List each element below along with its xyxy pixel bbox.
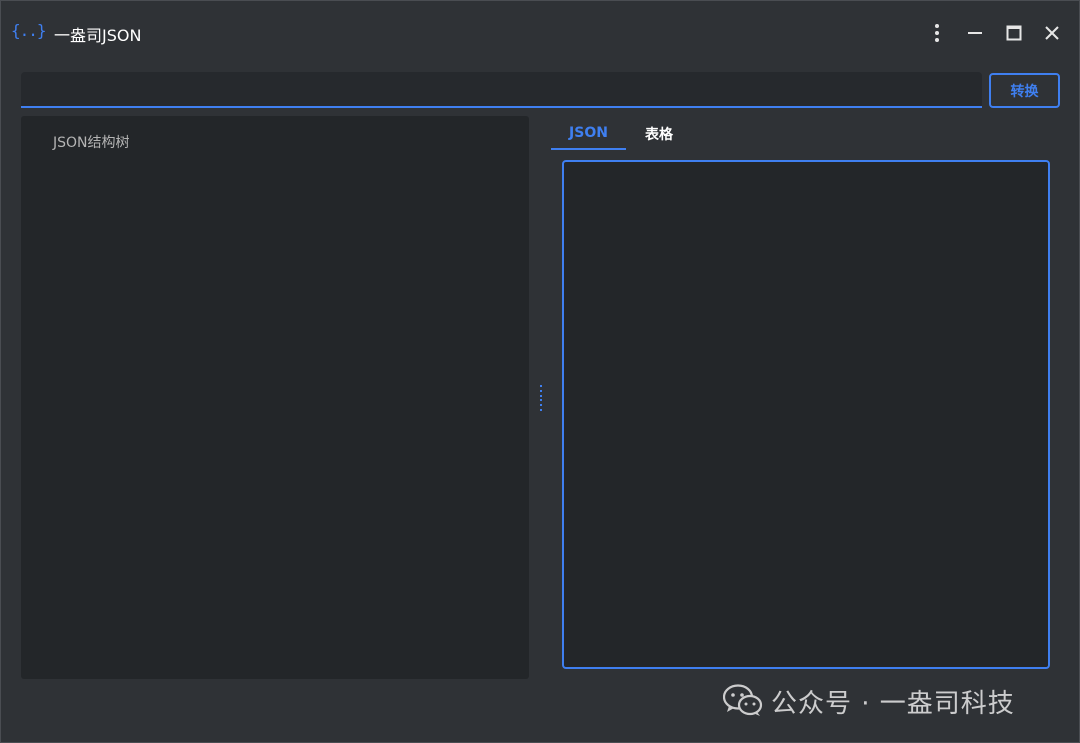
view-tabs: JSON 表格 (551, 117, 692, 150)
splitter-dot (540, 385, 542, 387)
splitter-dot (540, 394, 542, 397)
more-options-button[interactable] (923, 19, 951, 47)
splitter-dot (540, 408, 542, 411)
more-vert-icon (935, 24, 939, 42)
json-editor (562, 160, 1050, 669)
convert-button[interactable]: 转换 (989, 73, 1060, 108)
minimize-button[interactable] (961, 19, 989, 47)
splitter-dot (540, 404, 542, 407)
app-window: {..} 一盎司JSON 转换 JSON结构树 JSON 表格 公众号 · 一盎… (0, 0, 1080, 743)
splitter-dot (540, 389, 542, 392)
maximize-button[interactable] (1000, 19, 1028, 47)
watermark: 公众号 · 一盎司科技 (723, 681, 1015, 721)
json-tree-panel: JSON结构树 (21, 116, 529, 679)
tree-panel-label: JSON结构树 (53, 135, 130, 151)
close-icon (1045, 26, 1059, 40)
close-button[interactable] (1038, 19, 1066, 47)
app-logo-icon: {..} (11, 21, 47, 40)
maximize-icon (1006, 25, 1022, 41)
json-input-field (21, 72, 982, 108)
minimize-icon (968, 32, 982, 34)
tab-json[interactable]: JSON (551, 117, 626, 150)
wechat-icon (723, 684, 763, 716)
panel-splitter-handle[interactable] (537, 385, 545, 411)
tab-table[interactable]: 表格 (626, 117, 692, 150)
watermark-text: 公众号 · 一盎司科技 (771, 688, 1015, 719)
app-title: 一盎司JSON (54, 26, 142, 45)
splitter-dot (540, 399, 542, 402)
json-input[interactable] (21, 72, 982, 106)
title-bar: {..} 一盎司JSON (1, 1, 1079, 63)
json-editor-textarea[interactable] (564, 162, 1048, 667)
